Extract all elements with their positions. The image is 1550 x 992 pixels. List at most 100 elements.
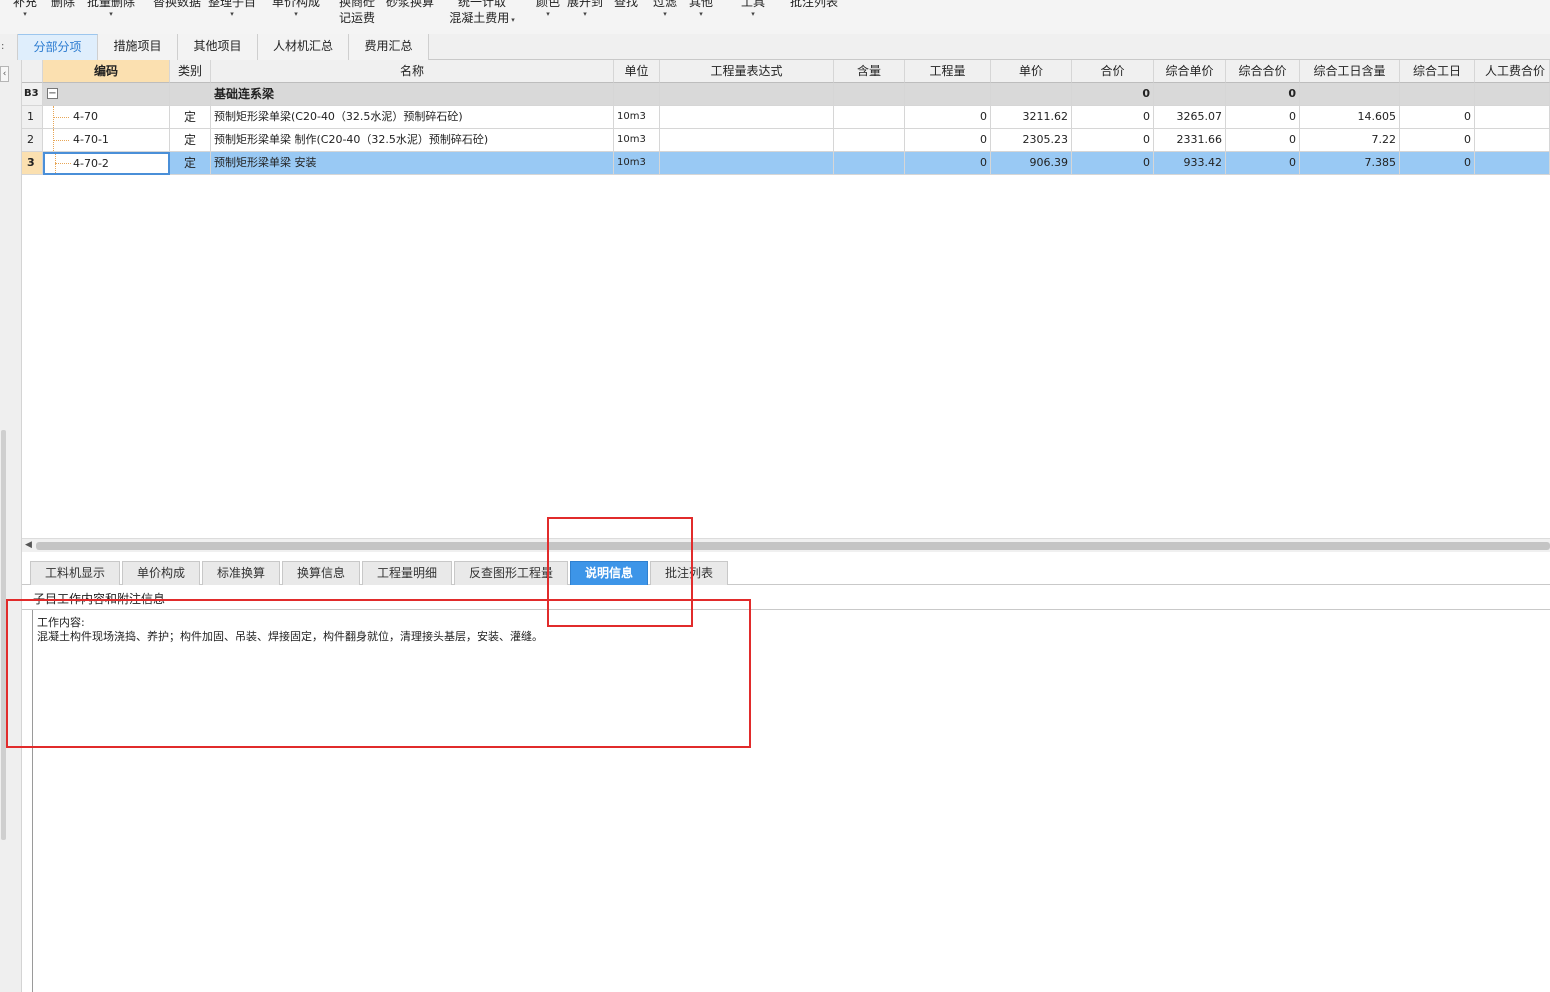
tab-quantity-details[interactable]: 工程量明细	[362, 561, 452, 585]
unit-cell[interactable]: 10m3	[614, 152, 660, 175]
code-cell[interactable]: 4-70-1	[43, 129, 170, 152]
tab-unit-price-composition[interactable]: 单价构成	[122, 561, 200, 585]
type-cell[interactable]	[170, 83, 211, 106]
header-content[interactable]: 含量	[834, 60, 905, 83]
code-cell[interactable]: 4-70	[43, 106, 170, 129]
price-cell[interactable]: 906.39	[991, 152, 1072, 175]
table-row[interactable]: 3 4-70-2 定 预制矩形梁单梁 安装 10m3 0 906.39 0 93…	[22, 152, 1550, 175]
expr-cell[interactable]	[660, 129, 834, 152]
comp-total-cell[interactable]: 0	[1226, 83, 1300, 106]
content-cell[interactable]	[834, 83, 905, 106]
qty-cell[interactable]: 0	[905, 129, 991, 152]
type-cell[interactable]: 定	[170, 152, 211, 175]
tab-annotation-list[interactable]: 批注列表	[650, 561, 728, 585]
batch-delete-button[interactable]: 批量删除 ▾	[85, 0, 137, 34]
price-cell[interactable]	[991, 83, 1072, 106]
supplement-button[interactable]: 补充 ▾	[10, 0, 40, 34]
comp-price-cell[interactable]	[1154, 83, 1226, 106]
tab-conversion-info[interactable]: 换算信息	[282, 561, 360, 585]
tab-fee-summary[interactable]: 费用汇总	[349, 34, 429, 60]
tab-scroll-left-icon[interactable]: :	[0, 34, 18, 60]
type-cell[interactable]: 定	[170, 106, 211, 129]
header-labor-days[interactable]: 综合工日	[1400, 60, 1475, 83]
labor-content-cell[interactable]: 7.385	[1300, 152, 1400, 175]
price-cell[interactable]: 2305.23	[991, 129, 1072, 152]
comp-total-cell[interactable]: 0	[1226, 129, 1300, 152]
tab-sub-items[interactable]: 分部分项	[18, 34, 98, 60]
grid-horizontal-scrollbar[interactable]: ◀	[22, 538, 1550, 552]
table-row[interactable]: B3 − 基础连系梁 0 0	[22, 83, 1550, 106]
organize-items-button[interactable]: 整理子目 ▾	[206, 0, 258, 34]
header-qty-expression[interactable]: 工程量表达式	[660, 60, 834, 83]
comp-total-cell[interactable]: 0	[1226, 152, 1300, 175]
header-name[interactable]: 名称	[211, 60, 614, 83]
scrollbar-thumb[interactable]	[36, 542, 1550, 550]
header-quantity[interactable]: 工程量	[905, 60, 991, 83]
name-cell[interactable]: 基础连系梁	[211, 83, 614, 106]
labor-content-cell[interactable]: 7.22	[1300, 129, 1400, 152]
replace-data-button[interactable]: 替换数据	[151, 0, 203, 34]
header-total-price[interactable]: 合价	[1072, 60, 1154, 83]
tab-measures[interactable]: 措施项目	[98, 34, 178, 60]
tab-description-info[interactable]: 说明信息	[570, 561, 648, 585]
qty-cell[interactable]	[905, 83, 991, 106]
delete-button[interactable]: 删除	[49, 0, 77, 34]
scroll-left-arrow-icon[interactable]: ◀	[25, 540, 32, 550]
qty-cell[interactable]: 0	[905, 106, 991, 129]
tab-labor-material-summary[interactable]: 人材机汇总	[258, 34, 349, 60]
find-button[interactable]: 查找	[611, 0, 641, 34]
tab-graphic-quantity-lookup[interactable]: 反查图形工程量	[454, 561, 568, 585]
header-unit-price[interactable]: 单价	[991, 60, 1072, 83]
unified-concrete-fee-button[interactable]: 统一计取 混凝土费用 ▾	[446, 0, 518, 34]
tab-other-items[interactable]: 其他项目	[178, 34, 258, 60]
content-cell[interactable]	[834, 152, 905, 175]
price-cell[interactable]: 3211.62	[991, 106, 1072, 129]
expr-cell[interactable]	[660, 83, 834, 106]
header-code[interactable]: 编码	[43, 60, 170, 83]
name-cell[interactable]: 预制矩形梁单梁 安装	[211, 152, 614, 175]
total-cell[interactable]: 0	[1072, 83, 1154, 106]
name-cell[interactable]: 预制矩形梁单梁 制作(C20-40（32.5水泥）预制碎石砼)	[211, 129, 614, 152]
other-button[interactable]: 其他 ▾	[686, 0, 716, 34]
content-cell[interactable]	[834, 106, 905, 129]
total-cell[interactable]: 0	[1072, 129, 1154, 152]
total-cell[interactable]: 0	[1072, 106, 1154, 129]
header-labor-day-content[interactable]: 综合工日含量	[1300, 60, 1400, 83]
commercial-concrete-button[interactable]: 换商砼 记运费	[334, 0, 380, 34]
comp-price-cell[interactable]: 2331.66	[1154, 129, 1226, 152]
header-unit[interactable]: 单位	[614, 60, 660, 83]
annotation-list-button[interactable]: 批注列表	[788, 0, 840, 34]
labor-days-cell[interactable]: 0	[1400, 152, 1475, 175]
labor-cost-cell[interactable]	[1475, 83, 1550, 106]
labor-cost-cell[interactable]	[1475, 106, 1550, 129]
type-cell[interactable]: 定	[170, 129, 211, 152]
unit-cell[interactable]: 10m3	[614, 106, 660, 129]
total-cell[interactable]: 0	[1072, 152, 1154, 175]
labor-days-cell[interactable]	[1400, 83, 1475, 106]
labor-content-cell[interactable]	[1300, 83, 1400, 106]
tools-button[interactable]: 工具 ▾	[738, 0, 768, 34]
header-comp-unit-price[interactable]: 综合单价	[1154, 60, 1226, 83]
qty-cell[interactable]: 0	[905, 152, 991, 175]
table-row[interactable]: 1 4-70 定 预制矩形梁单梁(C20-40（32.5水泥）预制碎石砼) 10…	[22, 106, 1550, 129]
tab-standard-conversion[interactable]: 标准换算	[202, 561, 280, 585]
code-cell[interactable]: −	[43, 83, 170, 106]
comp-total-cell[interactable]: 0	[1226, 106, 1300, 129]
filter-button[interactable]: 过滤 ▾	[650, 0, 680, 34]
expr-cell[interactable]	[660, 152, 834, 175]
mortar-conversion-button[interactable]: 砂浆换算	[384, 0, 436, 34]
unit-cell[interactable]: 10m3	[614, 129, 660, 152]
labor-days-cell[interactable]: 0	[1400, 129, 1475, 152]
code-cell[interactable]: 4-70-2	[43, 152, 170, 175]
table-row[interactable]: 2 4-70-1 定 预制矩形梁单梁 制作(C20-40（32.5水泥）预制碎石…	[22, 129, 1550, 152]
header-comp-total-price[interactable]: 综合合价	[1226, 60, 1300, 83]
expr-cell[interactable]	[660, 106, 834, 129]
left-scrollbar[interactable]	[1, 430, 6, 840]
header-type[interactable]: 类别	[170, 60, 211, 83]
expand-to-button[interactable]: 展开到 ▾	[565, 0, 605, 34]
labor-content-cell[interactable]: 14.605	[1300, 106, 1400, 129]
tab-labor-material-display[interactable]: 工料机显示	[30, 561, 120, 585]
labor-cost-cell[interactable]	[1475, 152, 1550, 175]
name-cell[interactable]: 预制矩形梁单梁(C20-40（32.5水泥）预制碎石砼)	[211, 106, 614, 129]
unit-cell[interactable]	[614, 83, 660, 106]
